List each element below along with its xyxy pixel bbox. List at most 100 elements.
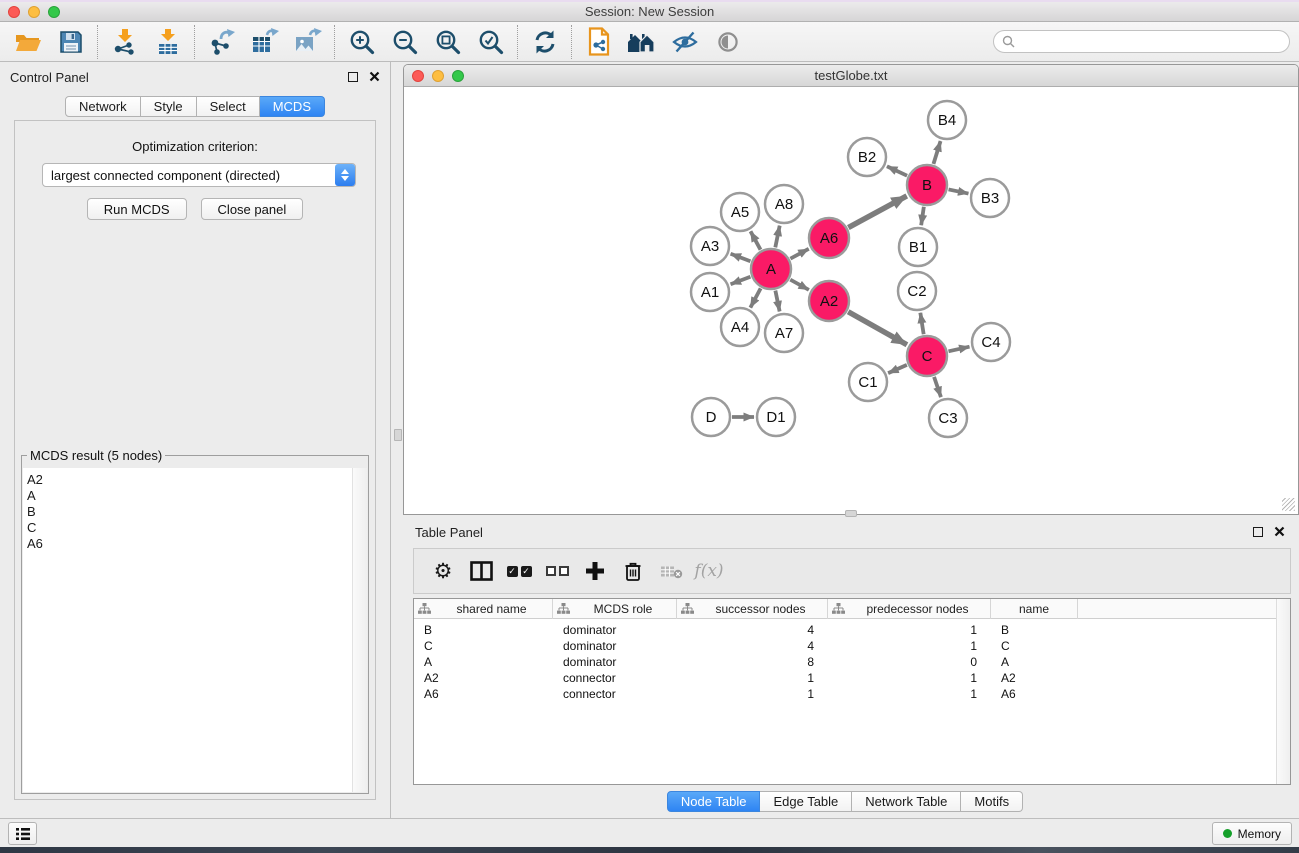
node-A7[interactable]: A7 [765,314,803,352]
node-A5[interactable]: A5 [721,193,759,231]
add-column-button[interactable] [576,552,614,590]
float-panel-icon[interactable] [348,72,358,82]
node-A6[interactable]: A6 [809,218,849,258]
node-D[interactable]: D [692,398,730,436]
edge-A-A5[interactable] [751,231,761,249]
mcds-list-scrollbar[interactable] [352,468,367,792]
save-session-button[interactable] [49,24,92,60]
table-row[interactable]: Bdominator41B [414,622,1290,638]
node-D1[interactable]: D1 [757,398,795,436]
zoom-selected-button[interactable] [469,24,512,60]
node-C[interactable]: C [907,336,947,376]
edge-A-A7[interactable] [775,291,779,312]
tab-style[interactable]: Style [141,96,197,117]
float-panel-icon[interactable] [1253,527,1263,537]
delete-column-button[interactable] [614,552,652,590]
refresh-button[interactable] [523,24,566,60]
node-A[interactable]: A [751,249,791,289]
mcds-result-item[interactable]: A2 [27,472,367,488]
edge-A-A6[interactable] [790,249,808,259]
mcds-result-item[interactable]: A [27,488,367,504]
new-network-from-selection-button[interactable] [577,24,620,60]
mcds-result-list[interactable]: A2ABCA6 [23,468,367,792]
edge-B-B4[interactable] [933,141,940,164]
tab-motifs[interactable]: Motifs [961,791,1023,812]
mcds-result-item[interactable]: A6 [27,536,367,552]
node-A8[interactable]: A8 [765,185,803,223]
select-all-button[interactable]: ✓✓ [500,552,538,590]
edge-C-C2[interactable] [920,313,923,335]
column-header-successor-nodes[interactable]: successor nodes [677,599,828,619]
run-mcds-button[interactable]: Run MCDS [87,198,187,220]
edge-C-C3[interactable] [934,377,941,397]
memory-button[interactable]: Memory [1212,822,1292,845]
node-B3[interactable]: B3 [971,179,1009,217]
edge-A2-C[interactable] [848,312,907,345]
node-A1[interactable]: A1 [691,273,729,311]
column-header-predecessor-nodes[interactable]: predecessor nodes [828,599,991,619]
criterion-select[interactable]: largest connected component (directed) [42,163,356,187]
import-table-button[interactable] [146,24,189,60]
node-B4[interactable]: B4 [928,101,966,139]
edge-C-C4[interactable] [948,347,969,352]
deselect-all-button[interactable] [538,552,576,590]
vertical-splitter-handle[interactable] [394,429,402,441]
search-field[interactable] [993,30,1290,53]
network-close-button[interactable] [412,70,424,82]
export-image-button[interactable] [286,24,329,60]
table-settings-button[interactable]: ⚙ [424,552,462,590]
network-minimize-button[interactable] [432,70,444,82]
close-panel-icon[interactable] [1274,526,1285,537]
edge-A-A8[interactable] [775,226,779,248]
zoom-in-button[interactable] [340,24,383,60]
split-columns-button[interactable] [462,552,500,590]
node-B[interactable]: B [907,165,947,205]
edge-A6-B[interactable] [848,196,906,228]
import-network-button[interactable] [103,24,146,60]
node-B2[interactable]: B2 [848,138,886,176]
task-history-button[interactable] [8,822,37,845]
column-header-mcds-role[interactable]: MCDS role [553,599,677,619]
close-panel-button[interactable]: Close panel [201,198,304,220]
node-C1[interactable]: C1 [849,363,887,401]
resize-grip-icon[interactable] [1282,498,1295,511]
node-A3[interactable]: A3 [691,227,729,265]
edge-B-B2[interactable] [887,166,907,175]
function-builder-button[interactable]: f(x) [690,552,728,590]
node-A4[interactable]: A4 [721,308,759,346]
zoom-out-button[interactable] [383,24,426,60]
tab-edge-table[interactable]: Edge Table [760,791,852,812]
tab-mcds[interactable]: MCDS [260,96,325,117]
table-scrollbar[interactable] [1276,599,1290,784]
first-neighbors-button[interactable] [620,24,663,60]
table-row[interactable]: A2connector11A2 [414,670,1290,686]
edge-A-A3[interactable] [731,254,751,261]
edge-A-A1[interactable] [731,277,751,284]
table-row[interactable]: A6connector11A6 [414,686,1290,702]
open-session-button[interactable] [6,24,49,60]
mcds-result-item[interactable]: B [27,504,367,520]
edge-A-A4[interactable] [750,288,760,307]
node-C2[interactable]: C2 [898,272,936,310]
zoom-fit-button[interactable] [426,24,469,60]
network-window-titlebar[interactable]: testGlobe.txt [404,65,1298,87]
tab-network[interactable]: Network [65,96,141,117]
search-input[interactable] [1020,35,1289,49]
edge-C-C1[interactable] [888,365,907,373]
hide-graphics-details-button[interactable] [663,24,706,60]
node-A2[interactable]: A2 [809,281,849,321]
node-C4[interactable]: C4 [972,323,1010,361]
node-B1[interactable]: B1 [899,228,937,266]
horizontal-splitter-handle[interactable] [845,510,857,517]
close-window-button[interactable] [8,6,20,18]
network-zoom-button[interactable] [452,70,464,82]
edge-B-B1[interactable] [921,207,924,225]
show-graphics-details-button[interactable] [706,24,749,60]
zoom-window-button[interactable] [48,6,60,18]
tab-node-table[interactable]: Node Table [667,791,761,812]
export-network-button[interactable] [200,24,243,60]
edge-A-A2[interactable] [790,280,809,290]
mcds-result-item[interactable]: C [27,520,367,536]
close-panel-icon[interactable] [369,71,380,82]
minimize-window-button[interactable] [28,6,40,18]
